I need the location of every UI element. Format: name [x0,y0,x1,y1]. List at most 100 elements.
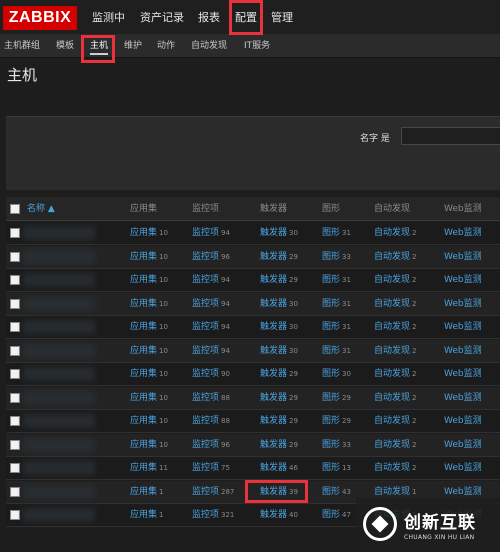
web-link[interactable]: Web监测 [444,457,482,480]
applications-link[interactable]: 应用集 10 [130,340,168,363]
triggers-link[interactable]: 触发器 46 [260,457,298,480]
triggers-link[interactable]: 触发器 29 [260,363,298,386]
graphs-link[interactable]: 图形 31 [322,316,351,339]
discovery-link[interactable]: 自动发现 2 [374,410,416,433]
applications-link[interactable]: 应用集 10 [130,387,168,410]
graphs-link[interactable]: 图形 43 [322,481,351,504]
applications-link[interactable]: 应用集 10 [130,434,168,457]
host-name-redacted[interactable] [23,320,95,334]
subnav-actions[interactable]: 动作 [157,35,175,58]
discovery-link[interactable]: 自动发现 2 [374,246,416,269]
items-link[interactable]: 监控项 94 [192,269,230,292]
row-checkbox[interactable] [10,369,20,379]
row-checkbox[interactable] [10,416,20,426]
applications-link[interactable]: 应用集 1 [130,504,163,527]
triggers-link[interactable]: 触发器 29 [260,387,298,410]
web-link[interactable]: Web监测 [444,410,482,433]
triggers-link[interactable]: 触发器 30 [260,340,298,363]
nav-monitoring[interactable]: 监测中 [92,0,125,35]
items-link[interactable]: 监控项 94 [192,222,230,245]
discovery-link[interactable]: 自动发现 2 [374,363,416,386]
host-name-redacted[interactable] [23,296,95,311]
row-checkbox[interactable] [10,486,20,497]
items-link[interactable]: 监控项 321 [192,504,234,527]
host-name-redacted[interactable] [23,484,95,499]
host-name-redacted[interactable] [23,390,95,405]
items-link[interactable]: 监控项 90 [192,363,230,386]
row-checkbox[interactable] [10,439,20,450]
triggers-link[interactable]: 触发器 40 [260,504,298,527]
applications-link[interactable]: 应用集 10 [130,293,168,316]
host-name-redacted[interactable] [23,508,95,522]
triggers-link[interactable]: 触发器 29 [260,269,298,292]
web-link[interactable]: Web监测 [444,222,482,245]
discovery-link[interactable]: 自动发现 2 [374,387,416,410]
nav-administration[interactable]: 管理 [271,0,293,35]
items-link[interactable]: 监控项 96 [192,246,230,269]
select-all-checkbox[interactable] [10,204,20,214]
applications-link[interactable]: 应用集 10 [130,222,168,245]
subnav-it-services[interactable]: IT服务 [244,35,270,58]
graphs-link[interactable]: 图形 31 [322,340,351,363]
graphs-link[interactable]: 图形 29 [322,410,351,433]
host-name-redacted[interactable] [23,273,95,287]
items-link[interactable]: 监控项 287 [192,481,234,504]
row-checkbox[interactable] [10,463,20,473]
subnav-host-groups[interactable]: 主机群组 [4,35,40,58]
applications-link[interactable]: 应用集 10 [130,316,168,339]
web-link[interactable]: Web监测 [444,269,482,292]
items-link[interactable]: 监控项 75 [192,457,230,480]
row-checkbox[interactable] [10,298,20,309]
subnav-maintenance[interactable]: 维护 [124,35,142,58]
items-link[interactable]: 监控项 94 [192,316,230,339]
subnav-discovery[interactable]: 自动发现 [191,35,227,58]
web-link[interactable]: Web监测 [444,387,482,410]
row-checkbox[interactable] [10,392,20,403]
applications-link[interactable]: 应用集 11 [130,457,168,480]
host-name-redacted[interactable] [23,249,95,264]
graphs-link[interactable]: 图形 47 [322,504,351,527]
discovery-link[interactable]: 自动发现 2 [374,269,416,292]
graphs-link[interactable]: 图形 13 [322,457,351,480]
applications-link[interactable]: 应用集 10 [130,363,168,386]
items-link[interactable]: 监控项 94 [192,340,230,363]
graphs-link[interactable]: 图形 31 [322,222,351,245]
row-checkbox[interactable] [10,251,20,262]
zabbix-logo[interactable]: ZABBIX [3,6,77,30]
items-link[interactable]: 监控项 88 [192,410,230,433]
discovery-link[interactable]: 自动发现 2 [374,222,416,245]
filter-name-input[interactable] [401,127,500,145]
host-name-redacted[interactable] [23,414,95,428]
applications-link[interactable]: 应用集 10 [130,410,168,433]
discovery-link[interactable]: 自动发现 2 [374,293,416,316]
triggers-link[interactable]: 触发器 30 [260,316,298,339]
subnav-templates[interactable]: 模板 [56,35,74,58]
row-checkbox[interactable] [10,345,20,356]
nav-inventory[interactable]: 资产记录 [140,0,184,35]
nav-configuration[interactable]: 配置 [229,0,263,35]
discovery-link[interactable]: 自动发现 2 [374,457,416,480]
host-name-redacted[interactable] [23,437,95,452]
discovery-link[interactable]: 自动发现 2 [374,316,416,339]
host-name-redacted[interactable] [23,343,95,358]
row-checkbox[interactable] [10,275,20,285]
web-link[interactable]: Web监测 [444,434,482,457]
items-link[interactable]: 监控项 94 [192,293,230,316]
web-link[interactable]: Web监测 [444,340,482,363]
web-link[interactable]: Web监测 [444,316,482,339]
row-checkbox[interactable] [10,322,20,332]
graphs-link[interactable]: 图形 31 [322,269,351,292]
graphs-link[interactable]: 图形 33 [322,246,351,269]
graphs-link[interactable]: 图形 31 [322,293,351,316]
graphs-link[interactable]: 图形 33 [322,434,351,457]
graphs-link[interactable]: 图形 30 [322,363,351,386]
applications-link[interactable]: 应用集 10 [130,246,168,269]
applications-link[interactable]: 应用集 10 [130,269,168,292]
items-link[interactable]: 监控项 96 [192,434,230,457]
triggers-link[interactable]: 触发器 29 [260,410,298,433]
triggers-link[interactable]: 触发器 30 [260,222,298,245]
host-name-redacted[interactable] [23,367,95,381]
discovery-link[interactable]: 自动发现 2 [374,434,416,457]
header-name[interactable]: 名称 ▲ [27,197,55,221]
applications-link[interactable]: 应用集 1 [130,481,163,504]
